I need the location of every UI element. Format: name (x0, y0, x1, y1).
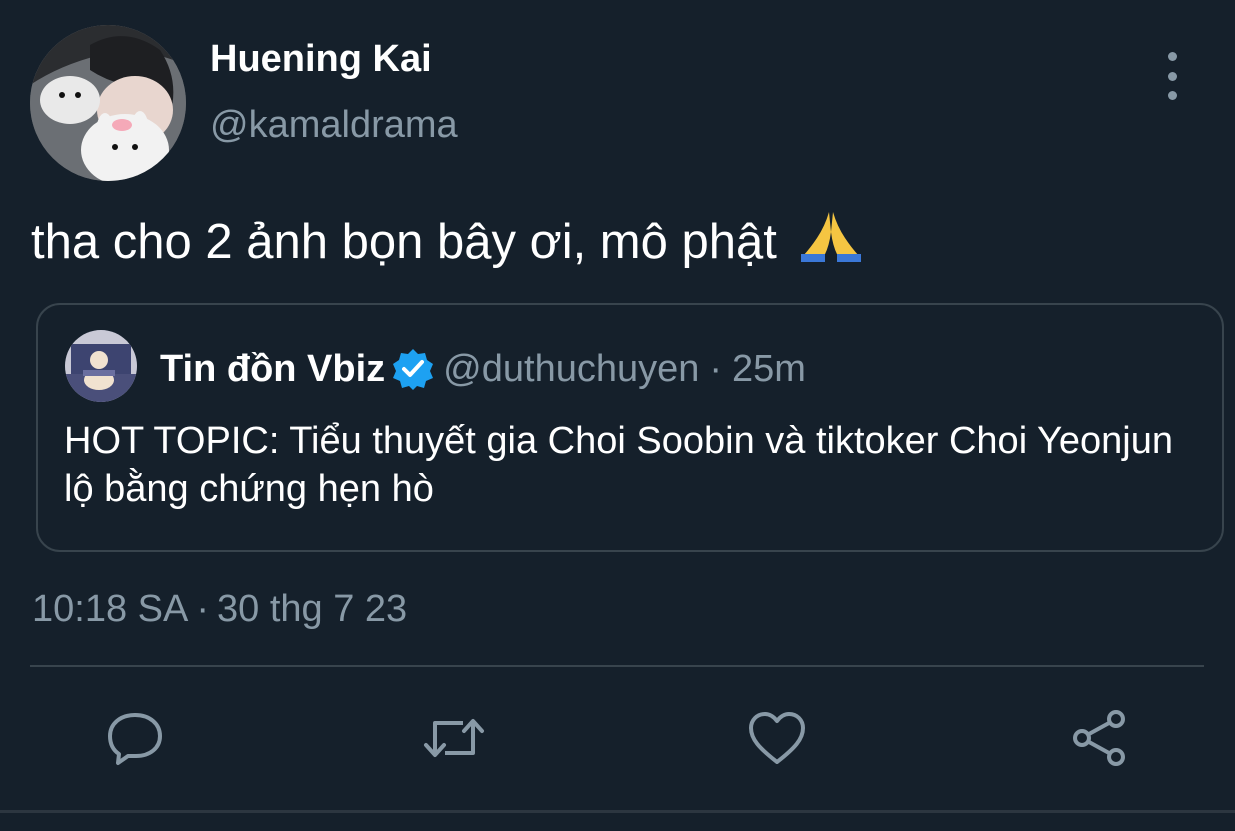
tweet-text: tha cho 2 ảnh bọn bây ơi, mô phật (31, 208, 863, 276)
quoted-author-avatar (65, 330, 137, 402)
share-button[interactable] (1070, 708, 1130, 772)
folded-hands-icon (799, 208, 863, 276)
share-icon (1070, 709, 1130, 772)
quoted-separator: · (709, 347, 723, 390)
author-avatar[interactable] (30, 25, 186, 181)
more-options-icon[interactable] (1152, 52, 1192, 100)
timestamp-separator: · (196, 588, 209, 630)
timestamp-date: 30 thg 7 23 (217, 588, 408, 630)
quoted-tweet-header: Tin đồn Vbiz @duthuchuyen · 25m (160, 347, 806, 391)
timestamp-time: 10:18 SA (32, 588, 189, 630)
like-icon (747, 710, 807, 771)
divider (30, 665, 1204, 667)
tweet-text-content: tha cho 2 ảnh bọn bây ơi, mô phật (31, 215, 777, 269)
bottom-divider (0, 810, 1235, 813)
reply-button[interactable] (105, 708, 165, 772)
quoted-tweet-text: HOT TOPIC: Tiểu thuyết gia Choi Soobin v… (64, 420, 1173, 510)
tweet-timestamp: 10:18 SA · 30 thg 7 23 (32, 588, 407, 631)
author-handle[interactable]: @kamaldrama (210, 104, 458, 147)
quoted-display-name: Tin đồn Vbiz (160, 347, 386, 390)
like-button[interactable] (747, 708, 807, 772)
quoted-tweet-card[interactable]: Tin đồn Vbiz @duthuchuyen · 25m HOT TOPI… (36, 303, 1224, 552)
verified-badge-icon (391, 347, 435, 391)
retweet-icon (421, 713, 487, 768)
reply-icon (106, 709, 164, 772)
quoted-handle: @duthuchuyen (443, 347, 700, 390)
quoted-time: 25m (732, 347, 806, 390)
author-display-name[interactable]: Huening Kai (210, 38, 432, 81)
retweet-button[interactable] (424, 708, 484, 772)
